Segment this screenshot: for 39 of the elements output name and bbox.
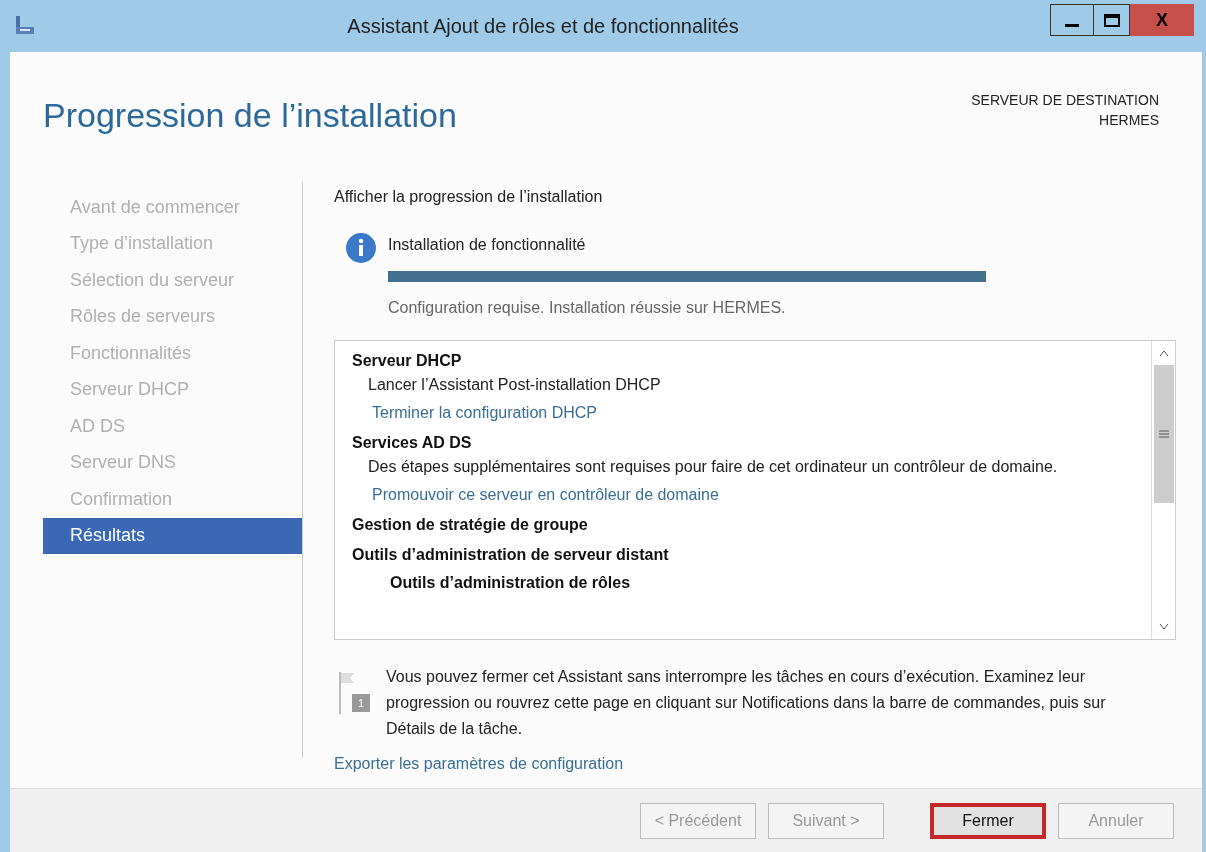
sidebar-item[interactable]: Fonctionnalités <box>43 335 302 372</box>
sidebar-item[interactable]: Avant de commencer <box>43 189 302 226</box>
result-link[interactable]: Promouvoir ce serveur en contrôleur de domaine <box>372 486 719 503</box>
sidebar-item[interactable]: Résultats <box>43 517 302 554</box>
progress-status: Configuration requise. Installation réussie sur HERMES. <box>388 298 787 318</box>
sidebar-item[interactable]: Confirmation <box>43 481 302 518</box>
result-heading: Services AD DS <box>352 433 473 453</box>
export-link[interactable]: Exporter les paramètres de configuration <box>334 752 1176 776</box>
result-heading: Serveur DHCP <box>352 351 463 371</box>
sidebar-item[interactable]: Serveur DNS <box>43 444 302 481</box>
result-heading: Gestion de stratégie de groupe <box>352 515 589 535</box>
destination-server: HERMES <box>1098 111 1159 130</box>
destination-label: SERVEUR DE DESTINATION <box>971 91 1159 110</box>
maximize-button[interactable] <box>1094 4 1130 36</box>
result-subheading: Outils d’administration de rôles <box>390 573 632 593</box>
server-icon <box>14 15 36 37</box>
sidebar-item[interactable]: Rôles de serveurs <box>43 298 302 335</box>
notice-text: Vous pouvez fermer cet Assistant sans interrompre les tâches en cours d’exécution. Examinez leur progression ou rouvrez cette page en cliquant sur Notifications dans la barre de commandes, puis sur Détails de la tâche. <box>386 667 1107 739</box>
result-heading: Outils d’administration de serveur distant <box>352 545 670 565</box>
sidebar-item[interactable]: Serveur DHCP <box>43 371 302 408</box>
result-link[interactable]: Terminer la configuration DHCP <box>372 404 597 421</box>
sidebar-item[interactable]: Type d’installation <box>43 225 302 262</box>
scroll-thumb[interactable] <box>1153 365 1174 503</box>
sidebar-item[interactable]: Sélection du serveur <box>43 262 302 299</box>
result-text: Des étapes supplémentaires sont requises pour faire de cet ordinateur un contrôleur de domaine. <box>368 457 1059 477</box>
close-button[interactable]: X <box>1130 4 1194 36</box>
minimize-button[interactable] <box>1050 4 1094 36</box>
window-title: Assistant Ajout de rôles et de fonctionnalités <box>346 14 740 39</box>
minimize-icon <box>1065 24 1079 27</box>
result-text: Lancer l’Assistant Post-installation DHCP <box>368 375 662 395</box>
footer-button[interactable]: Fermer <box>930 802 1046 839</box>
progress-title: Installation de fonctionnalité <box>388 235 587 255</box>
page-title: Progression de l’installation <box>43 95 457 136</box>
section-label: Afficher la progression de l’installation <box>334 187 604 207</box>
grip-icon <box>1158 430 1169 438</box>
sidebar-item[interactable]: AD DS <box>43 408 302 445</box>
scrollbar[interactable] <box>1151 341 1175 639</box>
info-icon <box>346 233 376 263</box>
maximize-icon <box>1103 13 1120 27</box>
